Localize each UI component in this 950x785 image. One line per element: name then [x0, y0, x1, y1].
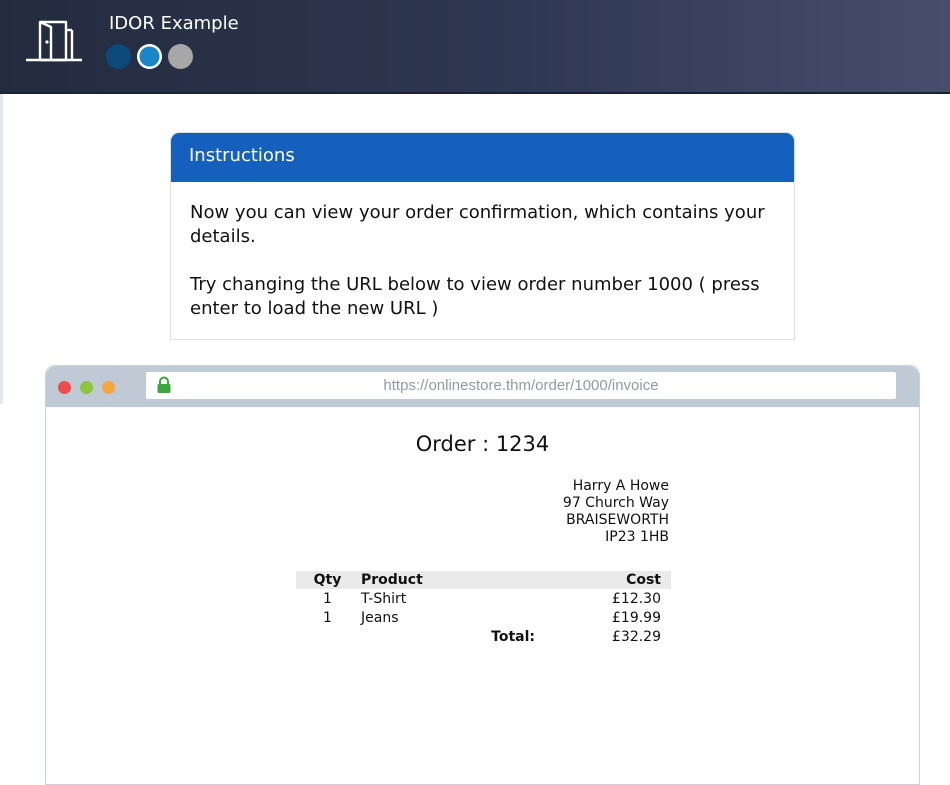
line-cost: £19.99 [612, 609, 661, 626]
progress-dot-2[interactable] [137, 44, 162, 69]
customer-address: Harry A Howe 97 Church Way BRAISEWORTH I… [563, 478, 669, 546]
table-row: 1 Jeans £19.99 [296, 608, 671, 627]
line-qty: 1 [323, 609, 332, 626]
table-header-row: Qty Product Cost [296, 571, 671, 589]
close-window-button[interactable] [58, 381, 71, 394]
order-items-table: Qty Product Cost 1 T-Shirt £12.30 1 Jean… [296, 571, 671, 646]
browser-toolbar: https://onlinestore.thm/order/1000/invoi… [46, 366, 919, 407]
total-value: £32.29 [612, 628, 661, 645]
line-product: Jeans [361, 609, 399, 626]
instructions-text-1: Now you can view your order confirmation… [190, 202, 765, 247]
address-street: 97 Church Way [562, 495, 669, 511]
product-column-header: Product [359, 571, 545, 589]
minimize-window-button[interactable] [102, 381, 115, 394]
address-postcode: IP23 1HB [605, 529, 669, 545]
maximize-window-button[interactable] [80, 381, 93, 394]
progress-dot-3[interactable] [168, 44, 193, 69]
instructions-text-2: Try changing the URL below to view order… [190, 274, 760, 319]
door-icon [26, 20, 82, 62]
total-row: Total: £32.29 [296, 627, 671, 646]
cost-column-header: Cost [545, 571, 671, 589]
instructions-panel: Instructions Now you can view your order… [170, 132, 795, 340]
instructions-body: Now you can view your order confirmation… [171, 182, 794, 321]
left-divider [0, 94, 3, 404]
app-title: IDOR Example [109, 13, 239, 34]
line-product: T-Shirt [361, 590, 407, 607]
customer-name: Harry A Howe [572, 478, 669, 494]
total-label: Total: [491, 628, 535, 645]
progress-dot-1[interactable] [106, 44, 131, 69]
qty-column-header: Qty [296, 571, 359, 589]
order-title: Order : 1234 [415, 432, 550, 456]
app-header: IDOR Example [0, 0, 950, 94]
address-town: BRAISEWORTH [566, 512, 669, 528]
table-row: 1 T-Shirt £12.30 [296, 589, 671, 608]
url-text[interactable]: https://onlinestore.thm/order/1000/invoi… [146, 377, 896, 394]
instructions-heading: Instructions [171, 133, 794, 182]
line-qty: 1 [323, 590, 332, 607]
line-cost: £12.30 [612, 590, 661, 607]
browser-window: https://onlinestore.thm/order/1000/invoi… [45, 365, 920, 785]
address-bar[interactable]: https://onlinestore.thm/order/1000/invoi… [146, 372, 896, 399]
